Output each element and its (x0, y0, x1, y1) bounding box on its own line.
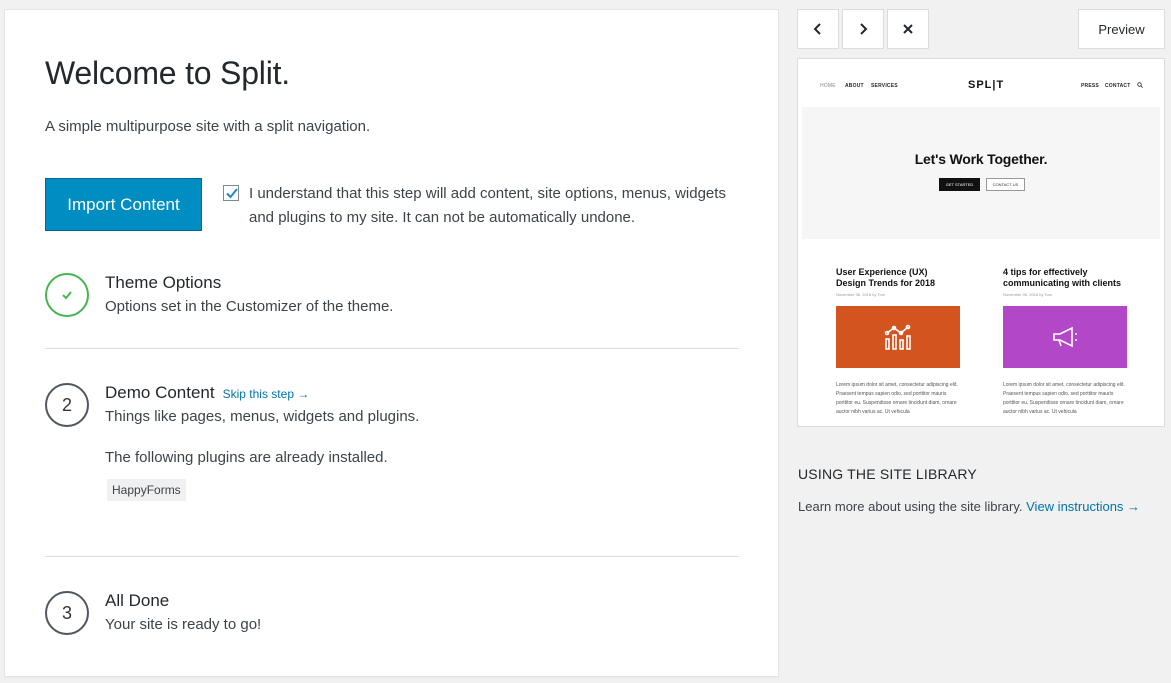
thumb-nav-item: CONTACT (1105, 83, 1131, 89)
thumb-nav-item: PRESS (1081, 83, 1099, 89)
thumb-post: 4 tips for effectively communicating wit… (1003, 267, 1127, 415)
site-preview-thumbnail[interactable]: HOME ABOUT SERVICES SPL|T PRESS CONTACT … (797, 58, 1165, 427)
step-description: Your site is ready to go! (105, 616, 262, 633)
site-library-title: USING THE SITE LIBRARY (798, 466, 977, 482)
thumb-logo: SPL|T (968, 79, 1005, 91)
step-description: Things like pages, menus, widgets and pl… (105, 408, 420, 425)
thumb-post-title: User Experience (UX) Design Trends for 2… (836, 267, 936, 288)
next-button[interactable] (842, 9, 884, 49)
page-subtitle: A simple multipurpose site with a split … (45, 118, 371, 135)
step-divider (45, 348, 739, 349)
onboarding-card: Welcome to Split. A simple multipurpose … (4, 9, 779, 677)
checkmark-icon (62, 291, 72, 300)
thumb-post-excerpt: Lorem ipsum dolor sit amet, consectetur … (836, 382, 958, 415)
site-library-description: Learn more about using the site library. (798, 499, 1023, 514)
thumb-hero: Let's Work Together. GET STARTED CONTACT… (802, 107, 1160, 239)
thumb-post-image (1003, 306, 1127, 368)
thumb-nav: HOME ABOUT SERVICES SPL|T PRESS CONTACT (798, 59, 1164, 107)
step-title-row: Demo Content Skip this step → (105, 383, 309, 403)
chevron-right-icon (860, 23, 868, 35)
chevron-left-icon (813, 23, 821, 35)
search-icon (1137, 82, 1143, 88)
close-icon (903, 24, 913, 34)
thumb-post-title: 4 tips for effectively communicating wit… (1003, 267, 1122, 288)
view-instructions-link[interactable]: View instructions → (1026, 499, 1140, 514)
skip-step-link[interactable]: Skip this step → (223, 387, 310, 401)
step-title: Theme Options (105, 273, 222, 292)
import-content-button[interactable]: Import Content (45, 178, 202, 231)
checkmark-icon (226, 188, 238, 199)
thumb-post: User Experience (UX) Design Trends for 2… (836, 267, 960, 415)
thumb-post-meta: November 06, 2018 by Tom (1003, 292, 1053, 297)
thumb-nav-item: SERVICES (871, 83, 898, 89)
chart-icon (884, 324, 911, 350)
step-description: Options set in the Customizer of the the… (105, 298, 394, 315)
plugins-note: The following plugins are already instal… (105, 449, 388, 466)
step-number-indicator: 2 (45, 383, 89, 427)
thumb-post-image (836, 306, 960, 368)
consent-label: I understand that this step will add con… (249, 185, 726, 226)
thumb-secondary-button: CONTACT US (986, 178, 1025, 191)
preview-button[interactable]: Preview (1078, 9, 1165, 49)
previous-button[interactable] (797, 9, 839, 49)
page-title: Welcome to Split. (45, 55, 290, 91)
thumb-post-excerpt: Lorem ipsum dolor sit amet, consectetur … (1003, 382, 1125, 415)
step-title: Demo Content (105, 383, 215, 402)
plugin-tag: HappyForms (107, 479, 186, 501)
step-number-indicator: 3 (45, 591, 89, 635)
thumb-nav-item: ABOUT (845, 83, 864, 89)
consent-checkbox[interactable] (223, 185, 239, 201)
thumb-nav-item: HOME (820, 83, 836, 89)
thumb-hero-title: Let's Work Together. (914, 151, 1048, 167)
megaphone-icon (1053, 326, 1077, 348)
thumb-post-meta: November 06, 2018 by Tom (836, 292, 886, 297)
step-title: All Done (105, 591, 170, 610)
site-library-text: Learn more about using the site library.… (798, 499, 1140, 514)
step-complete-indicator (45, 273, 89, 317)
step-divider (45, 556, 739, 557)
close-button[interactable] (887, 9, 929, 49)
thumb-primary-button: GET STARTED (939, 178, 980, 191)
